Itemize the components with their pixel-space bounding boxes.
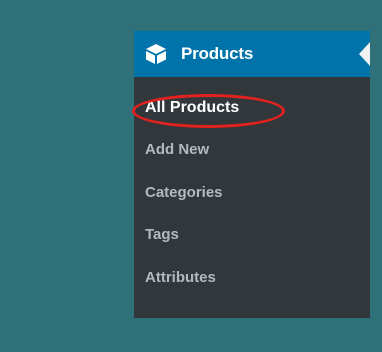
- submenu-item-all-products[interactable]: All Products: [145, 98, 239, 118]
- products-menu-label: Products: [181, 44, 254, 63]
- submenu-item-add-new[interactable]: Add New: [145, 140, 209, 160]
- current-menu-arrow-icon: [359, 42, 370, 66]
- submenu-item-categories[interactable]: Categories: [145, 183, 223, 203]
- submenu-item-tags[interactable]: Tags: [145, 225, 179, 245]
- admin-menu-panel: Products All Products Add New Categories…: [134, 31, 370, 318]
- products-menu-header[interactable]: Products: [134, 31, 370, 77]
- submenu-item-attributes[interactable]: Attributes: [145, 268, 216, 288]
- product-box-icon: [145, 43, 167, 65]
